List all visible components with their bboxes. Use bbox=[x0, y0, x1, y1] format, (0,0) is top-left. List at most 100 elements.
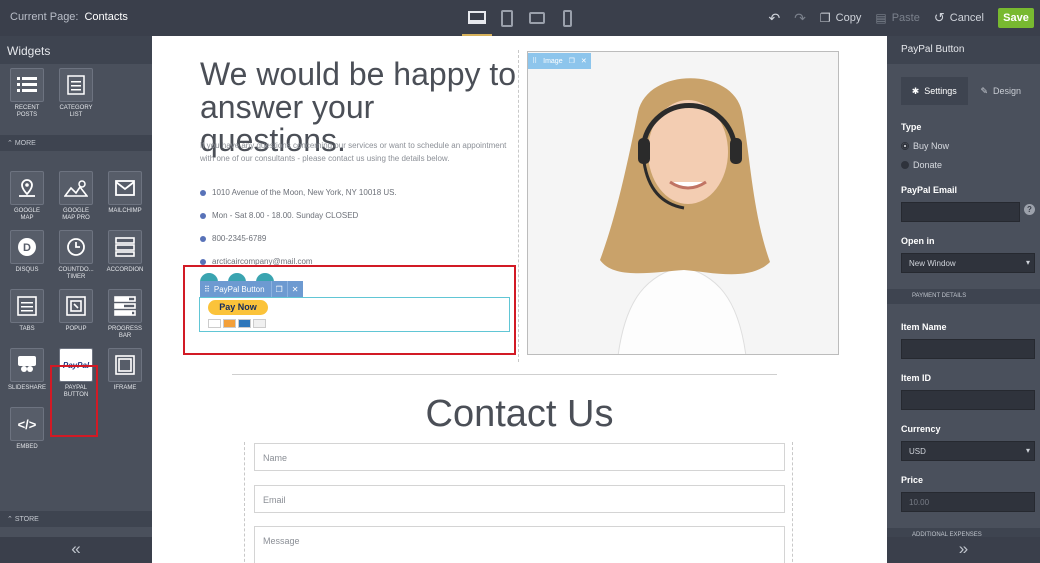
tablet-icon bbox=[501, 9, 513, 27]
widget-mailchimp[interactable]: MAILCHIMP bbox=[106, 171, 144, 222]
chevron-up-icon: ⌃ bbox=[7, 140, 15, 147]
redo-icon: ↷ bbox=[794, 9, 806, 26]
open-in-select[interactable]: New Window bbox=[901, 253, 1035, 273]
paypal-email-input[interactable] bbox=[901, 202, 1020, 222]
section-more[interactable]: ⌃ MORE bbox=[0, 135, 152, 151]
section-payment-details[interactable]: PAYMENT DETAILS bbox=[887, 289, 1040, 304]
item-name-input[interactable] bbox=[901, 339, 1035, 359]
save-button[interactable]: Save bbox=[998, 8, 1034, 28]
double-chevron-right-icon: » bbox=[958, 539, 969, 558]
widget-tabs[interactable]: TABS bbox=[8, 289, 46, 340]
current-page: Current Page: Contacts bbox=[10, 11, 128, 23]
tablet-view-button[interactable] bbox=[492, 0, 522, 36]
item-id-label: Item ID bbox=[901, 373, 932, 383]
collapse-right-panel-button[interactable]: » bbox=[887, 537, 1040, 563]
category-list-icon bbox=[67, 75, 85, 95]
top-toolbar: Current Page: Contacts ↶ ↷ ❐ Copy ▤ Paste ↺… bbox=[0, 0, 1040, 36]
section-store[interactable]: ⌃ STORE bbox=[0, 511, 152, 527]
page-canvas: We would be happy to answer your questio… bbox=[152, 36, 887, 563]
duplicate-icon[interactable]: ❐ bbox=[569, 57, 575, 65]
progress-icon bbox=[114, 296, 136, 316]
drag-handle-icon[interactable]: ⠿ bbox=[532, 57, 537, 65]
widget-recent-posts[interactable]: RECENT POSTS bbox=[8, 68, 46, 119]
toolbar-actions: ↶ ↷ ❐ Copy ▤ Paste ↺ Cancel Save bbox=[768, 0, 1040, 36]
iframe-icon bbox=[115, 355, 135, 375]
list-icon bbox=[17, 77, 37, 92]
double-chevron-left-icon: « bbox=[71, 539, 81, 558]
tablet-landscape-icon bbox=[529, 12, 545, 24]
name-input[interactable]: Name bbox=[254, 443, 785, 471]
email-input[interactable]: Email bbox=[254, 485, 785, 513]
mail-icon bbox=[200, 258, 206, 265]
accordion-icon bbox=[115, 237, 135, 257]
support-agent-photo bbox=[528, 52, 838, 354]
tabs-icon bbox=[17, 296, 37, 316]
radio-buy-now[interactable]: Buy Now bbox=[901, 141, 949, 151]
message-input[interactable]: Message bbox=[254, 526, 785, 563]
close-icon[interactable]: ✕ bbox=[581, 57, 587, 65]
properties-panel: PayPal Button ✱ Settings ✎ Design Type Buy… bbox=[887, 36, 1040, 563]
cancel-button[interactable]: ↺ Cancel bbox=[934, 10, 984, 26]
brush-icon: ✎ bbox=[980, 85, 989, 96]
open-in-label: Open in bbox=[901, 236, 935, 246]
widget-disqus[interactable]: D DISQUS bbox=[8, 230, 46, 281]
section-divider bbox=[232, 374, 777, 375]
redo-button[interactable]: ↷ bbox=[794, 10, 806, 27]
widget-google-map-pro[interactable]: GOOGLE MAP PRO bbox=[57, 171, 95, 222]
highlight-paypal-widget bbox=[50, 365, 98, 437]
tab-settings[interactable]: ✱ Settings bbox=[901, 77, 968, 105]
phone-item: 800-2345-6789 bbox=[200, 234, 266, 243]
copy-button[interactable]: ❐ Copy bbox=[820, 11, 861, 25]
panel-title: PayPal Button bbox=[887, 36, 1040, 64]
desktop-icon bbox=[468, 10, 486, 24]
widget-category-list[interactable]: CATEGORY LIST bbox=[57, 68, 95, 119]
widget-embed[interactable]: </> EMBED bbox=[8, 407, 46, 451]
currency-label: Currency bbox=[901, 424, 941, 434]
chevron-up-icon: ⌃ bbox=[7, 516, 15, 523]
contact-form: Name Email Message bbox=[244, 442, 793, 563]
widget-countdown-timer[interactable]: COUNTDO... TIMER bbox=[57, 230, 95, 281]
phone-icon bbox=[200, 235, 206, 242]
widget-iframe[interactable]: IFRAME bbox=[106, 348, 144, 399]
widget-google-map[interactable]: GOOGLE MAP bbox=[8, 171, 46, 222]
currency-select[interactable]: USD bbox=[901, 441, 1035, 461]
price-input[interactable]: 10.00 bbox=[901, 492, 1035, 512]
mail-icon bbox=[115, 180, 135, 196]
slideshare-icon bbox=[18, 356, 36, 372]
popup-icon bbox=[66, 296, 86, 316]
copy-icon: ❐ bbox=[819, 11, 831, 25]
svg-text:D: D bbox=[23, 242, 31, 254]
price-label: Price bbox=[901, 475, 924, 485]
widgets-panel: Widgets RECENT POSTS CATEGORY LIST ⌃ MOR… bbox=[0, 36, 152, 563]
widgets-grid-top: RECENT POSTS CATEGORY LIST bbox=[0, 64, 152, 131]
widget-progress-bar[interactable]: PROGRESS BAR bbox=[106, 289, 144, 340]
map-pro-icon bbox=[64, 180, 88, 197]
desktop-view-button[interactable] bbox=[462, 0, 492, 36]
support-agent-image[interactable] bbox=[527, 51, 839, 355]
item-id-input[interactable] bbox=[901, 390, 1035, 410]
current-page-name[interactable]: Contacts bbox=[84, 11, 127, 23]
widget-slideshare[interactable]: SLIDESHARE bbox=[8, 348, 46, 399]
highlight-paypal-button bbox=[183, 265, 516, 355]
widget-popup[interactable]: POPUP bbox=[57, 289, 95, 340]
paste-button[interactable]: ▤ Paste bbox=[875, 11, 919, 25]
type-label: Type bbox=[901, 122, 922, 132]
intro-text: If you have any questions concerning our… bbox=[200, 141, 507, 163]
mobile-view-button[interactable] bbox=[552, 0, 582, 36]
widgets-title: Widgets bbox=[0, 36, 152, 64]
image-widget-toolbar: ⠿ Image ❐ ✕ bbox=[528, 53, 591, 69]
widget-accordion[interactable]: ACCORDION bbox=[106, 230, 144, 281]
contact-title: Contact Us bbox=[425, 393, 614, 435]
location-icon bbox=[200, 189, 206, 196]
collapse-left-panel-button[interactable]: « bbox=[0, 537, 152, 563]
help-icon[interactable]: ? bbox=[1024, 204, 1035, 215]
tab-design[interactable]: ✎ Design bbox=[968, 77, 1035, 105]
column-divider bbox=[518, 50, 519, 362]
radio-donate[interactable]: Donate bbox=[901, 160, 942, 170]
undo-button[interactable]: ↶ bbox=[768, 10, 780, 27]
radio-icon bbox=[901, 161, 909, 169]
disqus-icon: D bbox=[18, 238, 36, 256]
tablet-landscape-view-button[interactable] bbox=[522, 0, 552, 36]
clock-icon bbox=[67, 238, 85, 256]
item-name-label: Item Name bbox=[901, 322, 947, 332]
